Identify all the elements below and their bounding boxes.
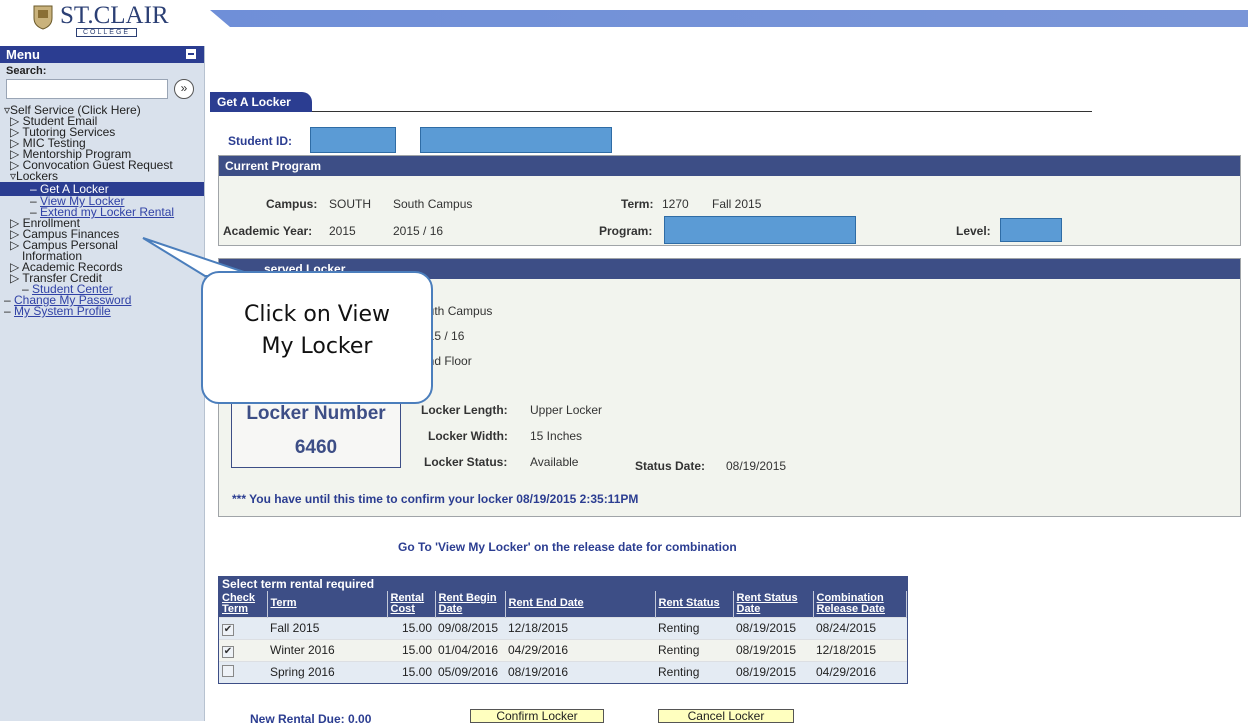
callout-pointer	[142, 237, 257, 277]
callout-line-1: Click on View	[243, 302, 391, 327]
callout-line-2: My Locker	[261, 334, 373, 359]
instruction-callout: Click on View My Locker	[201, 271, 433, 404]
